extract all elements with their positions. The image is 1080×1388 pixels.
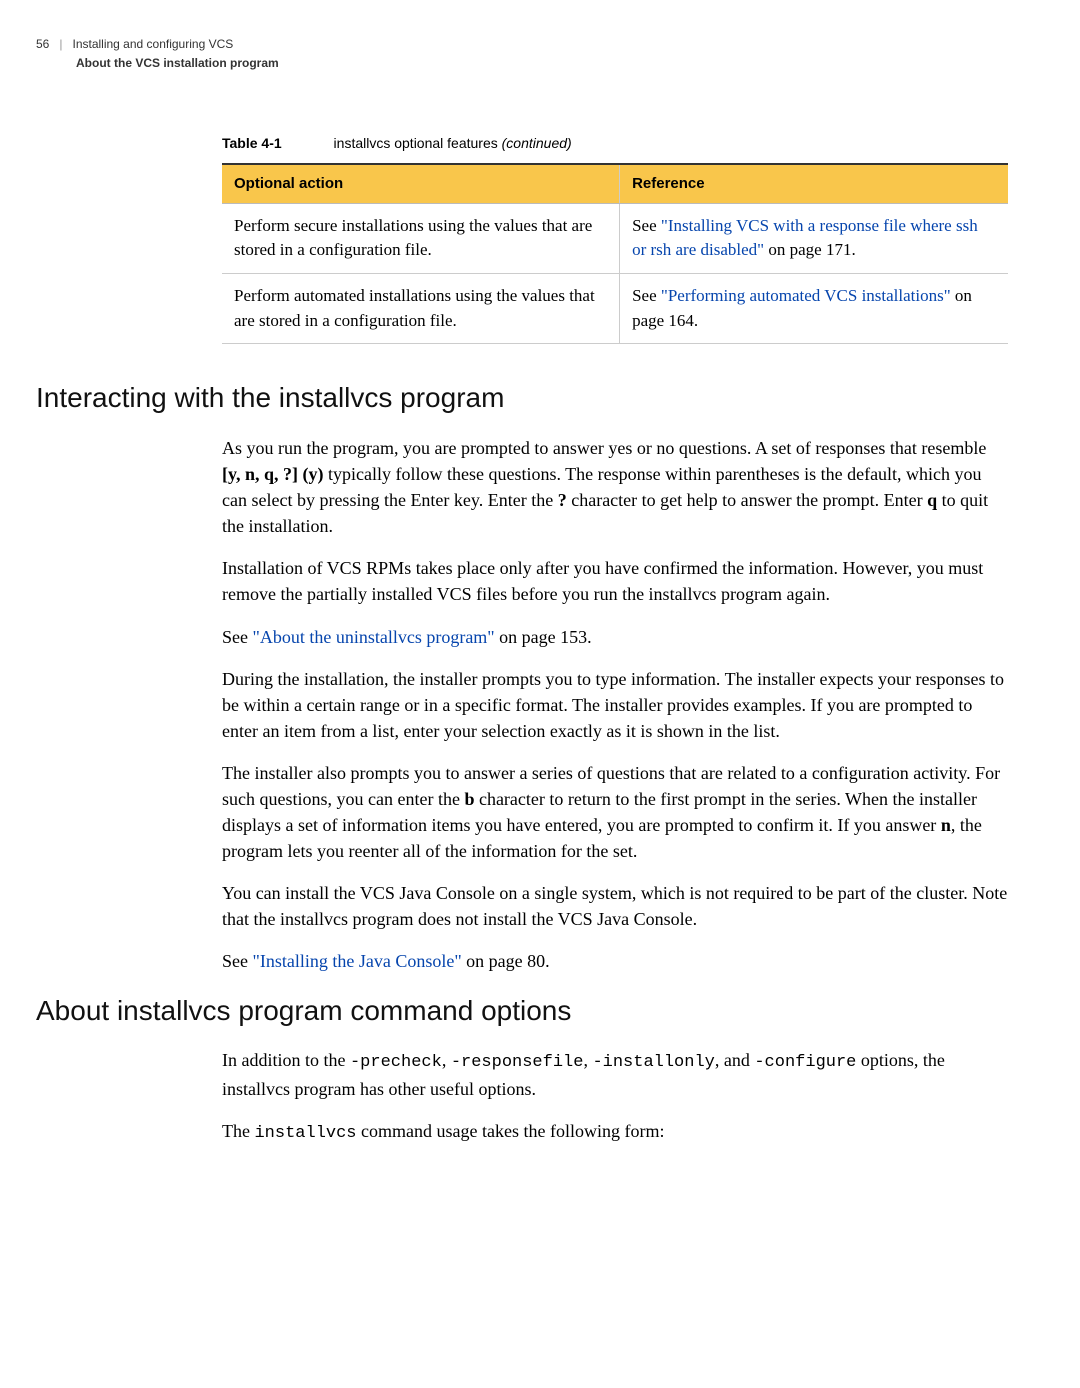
table-caption: Table 4-1 installvcs optional features (… — [222, 133, 1008, 153]
paragraph: You can install the VCS Java Console on … — [222, 880, 1008, 932]
table-block: Table 4-1 installvcs optional features (… — [222, 133, 1008, 345]
table-number: Table 4-1 — [222, 135, 282, 151]
paragraph: During the installation, the installer p… — [222, 666, 1008, 744]
table-header-reference: Reference — [620, 164, 1008, 203]
cell-action: Perform secure installations using the v… — [222, 203, 620, 273]
options-table: Optional action Reference Perform secure… — [222, 163, 1008, 344]
paragraph: As you run the program, you are prompted… — [222, 435, 1008, 539]
section-title: About the VCS installation program — [36, 55, 1008, 72]
paragraph: The installvcs command usage takes the f… — [222, 1118, 1008, 1147]
paragraph: Installation of VCS RPMs takes place onl… — [222, 555, 1008, 607]
link-uninstallvcs[interactable]: "About the uninstallvcs program" — [253, 627, 495, 647]
link-java-console[interactable]: "Installing the Java Console" — [253, 951, 462, 971]
breadcrumb: Installing and configuring VCS — [72, 36, 233, 53]
table-row: Perform secure installations using the v… — [222, 203, 1008, 273]
page-header: 56 | Installing and configuring VCS Abou… — [36, 36, 1008, 73]
paragraph: See "Installing the Java Console" on pag… — [222, 948, 1008, 974]
cell-action: Perform automated installations using th… — [222, 274, 620, 344]
divider: | — [59, 36, 62, 53]
paragraph: In addition to the -precheck, -responsef… — [222, 1047, 1008, 1102]
table-row: Perform automated installations using th… — [222, 274, 1008, 344]
cell-reference: See "Performing automated VCS installati… — [620, 274, 1008, 344]
table-header-action: Optional action — [222, 164, 620, 203]
table-title: installvcs optional features — [334, 135, 502, 151]
cell-reference: See "Installing VCS with a response file… — [620, 203, 1008, 273]
heading-command-options: About installvcs program command options — [36, 991, 1008, 1032]
table-title-continued: (continued) — [502, 135, 572, 151]
heading-interacting: Interacting with the installvcs program — [36, 378, 1008, 419]
link-automated-install[interactable]: "Performing automated VCS installations" — [661, 286, 951, 305]
page-number: 56 — [36, 36, 49, 53]
paragraph: The installer also prompts you to answer… — [222, 760, 1008, 864]
paragraph: See "About the uninstallvcs program" on … — [222, 624, 1008, 650]
